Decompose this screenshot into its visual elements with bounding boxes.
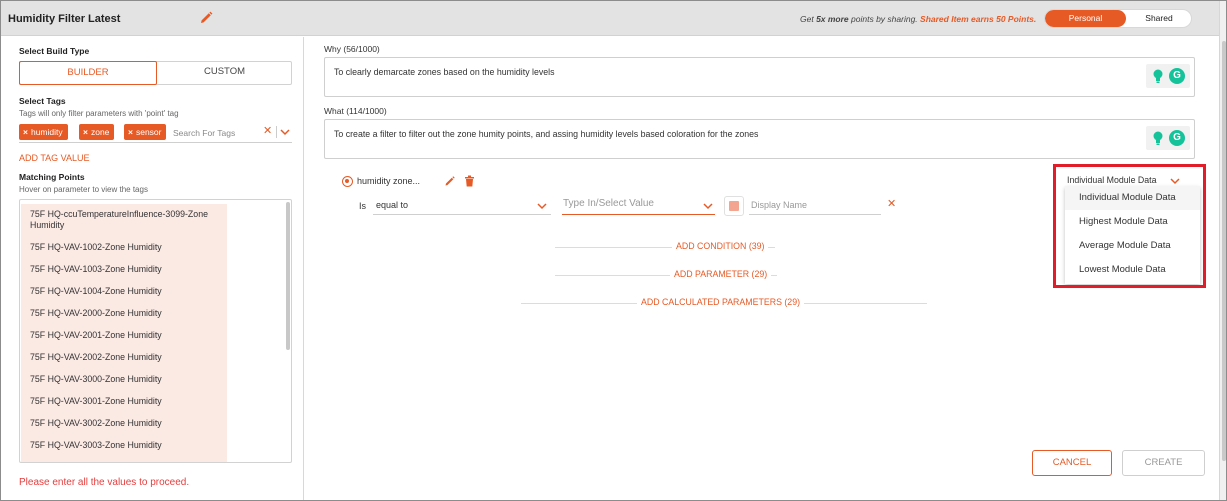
- matching-point-item[interactable]: 75F HQ-VAV-3003-Zone Humidity: [21, 435, 227, 457]
- create-button[interactable]: CREATE: [1122, 450, 1205, 476]
- tag-chip-label: sensor: [135, 127, 162, 137]
- matching-point-item[interactable]: 75F HQ-VAV-1004-Zone Humidity: [21, 281, 227, 303]
- builder-button[interactable]: BUILDER: [19, 61, 157, 85]
- dialog-title: Humidity Filter Latest: [8, 13, 121, 25]
- tag-chip-label: zone: [90, 127, 110, 137]
- chevron-down-icon[interactable]: [703, 202, 713, 210]
- pencil-icon[interactable]: [444, 175, 456, 187]
- textbox-tools: G: [1146, 64, 1190, 88]
- matching-points-label: Matching Points: [19, 172, 85, 182]
- matching-point-item[interactable]: 75F HQ-ccuTemperatureInfluence-3099-Zone…: [21, 204, 227, 237]
- visibility-toggle: Personal Shared: [1044, 9, 1192, 28]
- why-textarea[interactable]: To clearly demarcate zones based on the …: [324, 57, 1195, 97]
- dialog-header: Humidity Filter Latest Get 5x more point…: [1, 1, 1219, 36]
- sharing-promo: Get 5x more points by sharing. Shared It…: [800, 14, 1036, 24]
- pencil-icon[interactable]: [198, 10, 214, 26]
- create-filter-dialog: Humidity Filter Latest Get 5x more point…: [0, 0, 1227, 501]
- chip-remove-icon[interactable]: ×: [23, 127, 28, 137]
- page-scrollbar-thumb[interactable]: [1222, 41, 1226, 461]
- promo-bold: 5x more: [816, 14, 849, 24]
- left-panel: Select Build Type BUILDER CUSTOM Select …: [1, 37, 304, 500]
- operator-value: equal to: [376, 200, 409, 210]
- tag-chip-zone[interactable]: × zone: [79, 124, 115, 140]
- close-icon[interactable]: ✕: [887, 197, 896, 210]
- what-text: To create a filter to filter out the zon…: [334, 129, 759, 139]
- chevron-down-icon: [537, 203, 547, 210]
- toggle-personal[interactable]: Personal: [1045, 10, 1126, 27]
- value-input[interactable]: [562, 196, 715, 215]
- lightbulb-icon[interactable]: [1150, 130, 1166, 146]
- matching-point-item[interactable]: 75F HQ-VAV-2000-Zone Humidity: [21, 303, 227, 325]
- matching-point-item[interactable]: 75F HQ-VAV-2001-Zone Humidity: [21, 325, 227, 347]
- build-type-label: Select Build Type: [19, 46, 90, 56]
- why-label: Why (56/1000): [324, 44, 380, 54]
- add-calculated-parameters-link[interactable]: ADD CALCULATED PARAMETERS (29): [637, 297, 805, 307]
- what-textarea[interactable]: To create a filter to filter out the zon…: [324, 119, 1195, 159]
- matching-points-hint: Hover on parameter to view the tags: [19, 185, 148, 194]
- chevron-down-icon[interactable]: [280, 126, 290, 138]
- matching-point-item[interactable]: 75F HQ-VAV-3001-Zone Humidity: [21, 391, 227, 413]
- matching-point-item[interactable]: 75F HQ-VAV-3000-Zone Humidity: [21, 369, 227, 391]
- tag-chip-sensor[interactable]: × sensor: [124, 124, 167, 140]
- condition-is-label: Is: [359, 201, 367, 211]
- matching-point-item[interactable]: 75F HQ-VAV-3005-Zone Humidity: [21, 457, 227, 462]
- promo-highlight: Shared Item earns 50 Points.: [920, 14, 1037, 24]
- promo-prefix: Get: [800, 14, 817, 24]
- right-panel: Why (56/1000) To clearly demarcate zones…: [305, 37, 1219, 500]
- why-text: To clearly demarcate zones based on the …: [334, 67, 555, 77]
- add-parameter-link[interactable]: ADD PARAMETER (29): [670, 269, 772, 279]
- tags-hint: Tags will only filter parameters with 'p…: [19, 109, 179, 118]
- matching-point-item[interactable]: 75F HQ-VAV-2002-Zone Humidity: [21, 347, 227, 369]
- matching-points-list: 75F HQ-ccuTemperatureInfluence-3099-Zone…: [19, 199, 292, 463]
- cancel-button[interactable]: CANCEL: [1032, 450, 1112, 476]
- tag-search-input[interactable]: [173, 125, 259, 140]
- parameter-name[interactable]: humidity zone...: [357, 176, 420, 186]
- promo-mid: points by sharing.: [848, 14, 921, 24]
- parameter-radio[interactable]: [342, 176, 353, 187]
- build-type-group: BUILDER CUSTOM: [19, 61, 292, 85]
- matching-point-item[interactable]: 75F HQ-VAV-1003-Zone Humidity: [21, 259, 227, 281]
- matching-point-item[interactable]: 75F HQ-VAV-1002-Zone Humidity: [21, 237, 227, 259]
- custom-button[interactable]: CUSTOM: [157, 61, 292, 85]
- color-swatch[interactable]: [724, 196, 744, 216]
- highlight-box: [1053, 164, 1206, 288]
- chip-remove-icon[interactable]: ×: [83, 127, 88, 137]
- toggle-shared[interactable]: Shared: [1126, 10, 1191, 27]
- operator-select[interactable]: equal to: [373, 197, 551, 215]
- value-input-field[interactable]: [563, 198, 693, 209]
- tags-label: Select Tags: [19, 96, 66, 106]
- lightbulb-icon[interactable]: [1150, 68, 1166, 84]
- add-condition-link[interactable]: ADD CONDITION (39): [672, 241, 769, 251]
- grammarly-icon[interactable]: G: [1169, 68, 1185, 84]
- list-scrollbar[interactable]: [286, 202, 290, 350]
- chip-remove-icon[interactable]: ×: [128, 127, 133, 137]
- tag-selector: ×humidity ×zone ×sensor ✕: [19, 123, 292, 143]
- add-tag-value-link[interactable]: ADD TAG VALUE: [19, 153, 90, 163]
- trash-icon[interactable]: [464, 175, 475, 187]
- what-label: What (114/1000): [324, 106, 387, 116]
- close-icon[interactable]: ✕: [263, 124, 272, 137]
- page-scrollbar[interactable]: [1219, 1, 1226, 500]
- matching-point-item[interactable]: 75F HQ-VAV-3002-Zone Humidity: [21, 413, 227, 435]
- grammarly-icon[interactable]: G: [1169, 130, 1185, 146]
- error-message: Please enter all the values to proceed.: [19, 477, 190, 488]
- tag-divider: [276, 126, 277, 138]
- display-name-input[interactable]: [751, 200, 879, 210]
- display-name-field[interactable]: [749, 197, 881, 215]
- textbox-tools: G: [1146, 126, 1190, 150]
- matching-points-items: 75F HQ-ccuTemperatureInfluence-3099-Zone…: [21, 204, 227, 462]
- tag-chip-humidity[interactable]: × humidity: [19, 124, 68, 140]
- tag-chip-label: humidity: [30, 127, 63, 137]
